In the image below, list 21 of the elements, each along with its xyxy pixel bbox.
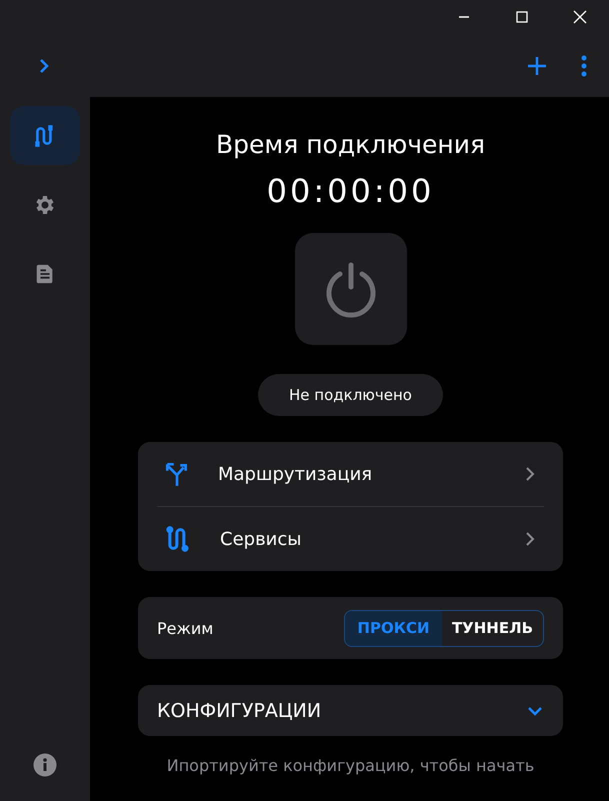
close-icon: [573, 10, 587, 24]
plus-icon: [527, 56, 547, 76]
chevron-right-icon: [38, 58, 50, 74]
timer: 00:00:00: [266, 171, 434, 211]
import-hint: Ипортируйте конфигурацию, чтобы начать: [166, 756, 534, 775]
configurations-header[interactable]: КОНФИГУРАЦИИ: [138, 685, 563, 736]
chevron-right-icon: [525, 466, 535, 482]
sidebar-item[interactable]: [10, 106, 80, 165]
connection-time-title: Время подключения: [216, 129, 486, 161]
chevron-right-icon: [525, 531, 535, 547]
info-icon: [33, 753, 57, 777]
split-arrow-icon: [164, 461, 190, 487]
mode-option[interactable]: ПРОКСИ: [344, 610, 442, 646]
more-icon: [581, 54, 587, 76]
maximize-icon: [516, 11, 528, 23]
menu-item[interactable]: Маршрутизация: [138, 442, 563, 506]
power-button[interactable]: [294, 233, 406, 345]
mode-option[interactable]: ТУННЕЛЬ: [442, 610, 543, 646]
mode-label: Режим: [157, 618, 214, 638]
connection-status: Не подключено: [258, 374, 443, 416]
menu-item[interactable]: Сервисы: [138, 507, 563, 571]
